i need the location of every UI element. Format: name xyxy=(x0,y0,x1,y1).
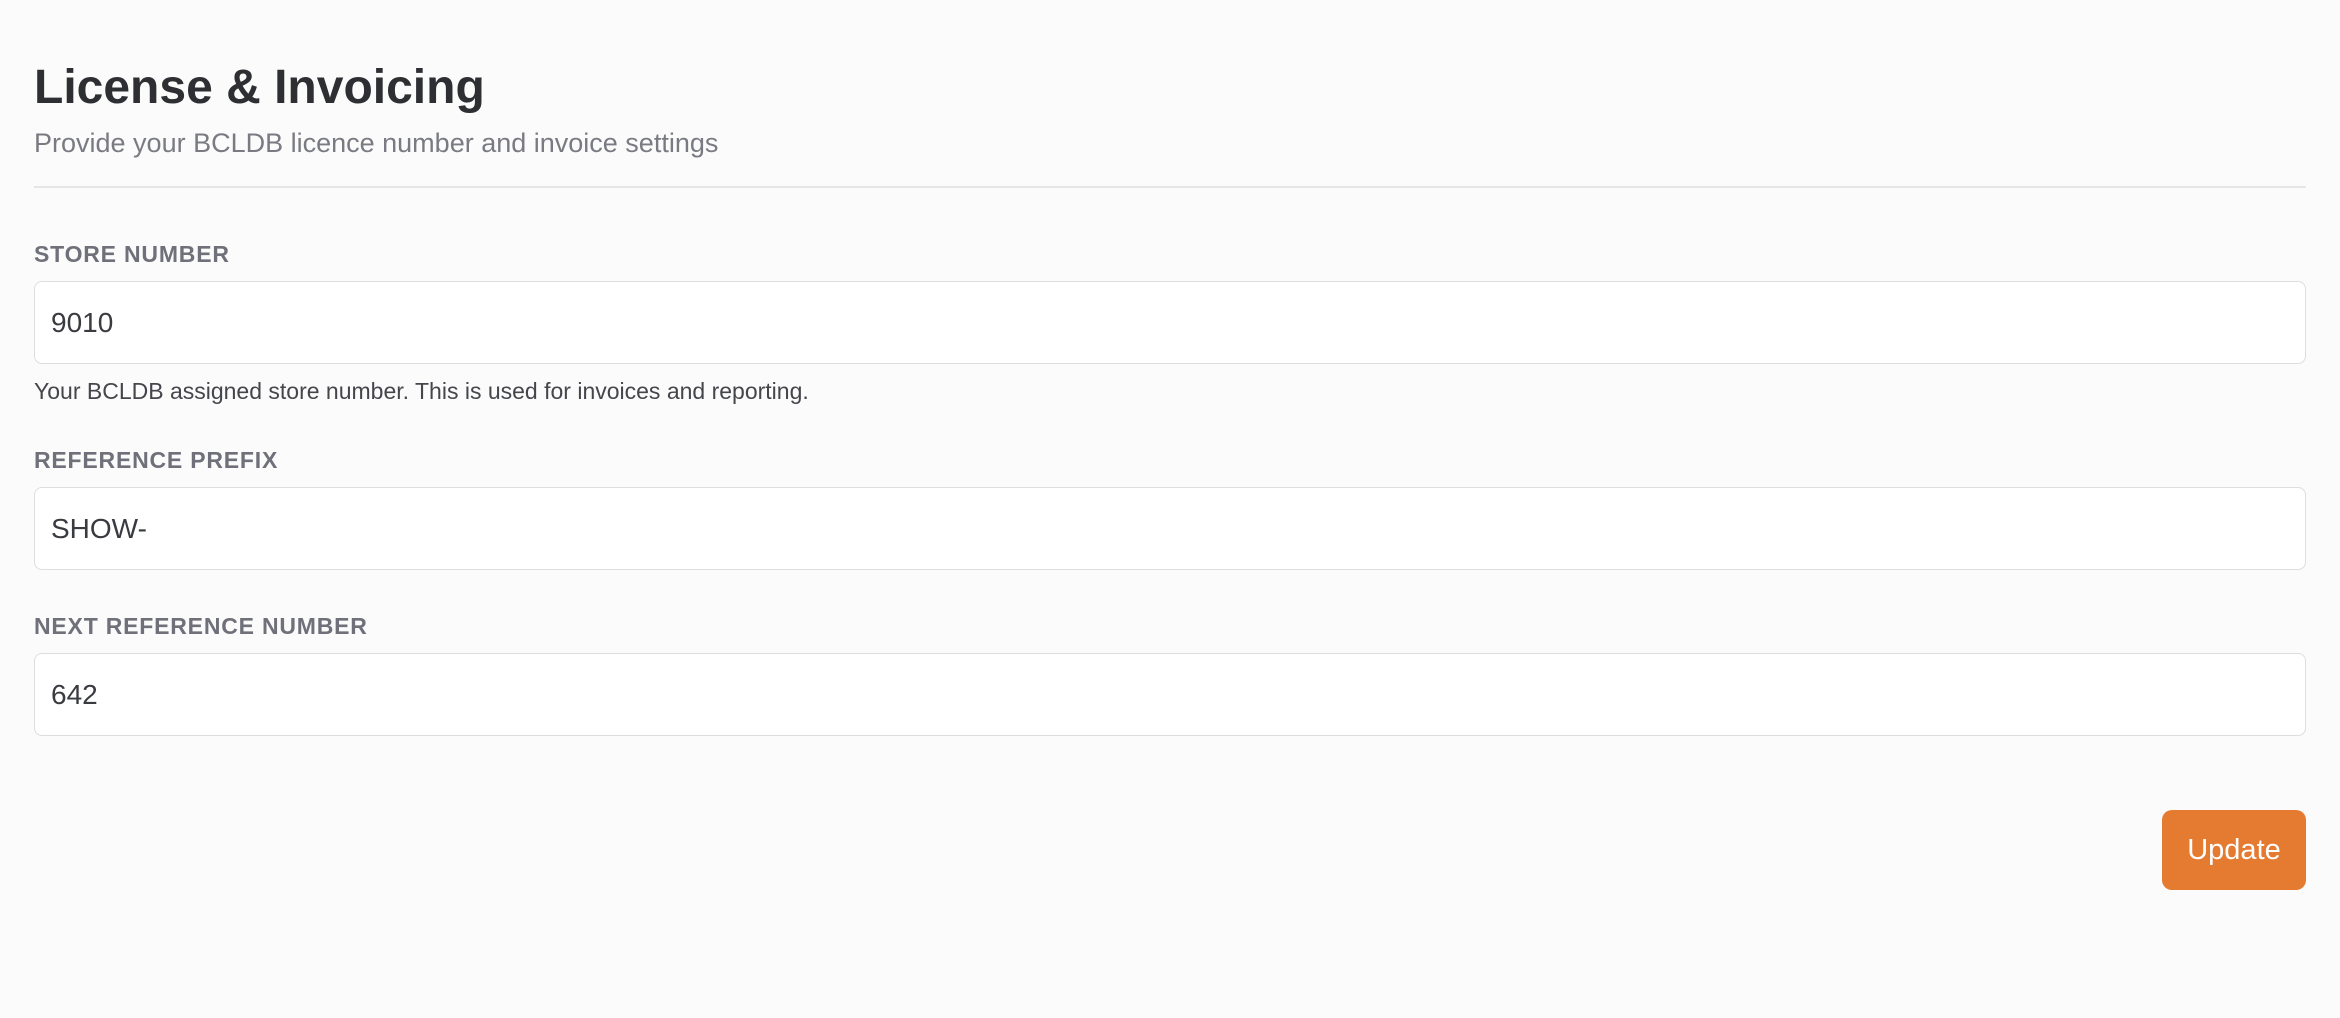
store-number-help-text: Your BCLDB assigned store number. This i… xyxy=(34,378,809,404)
reference-prefix-field: REFERENCE PREFIX xyxy=(34,446,2306,570)
reference-prefix-input[interactable] xyxy=(34,487,2306,570)
store-number-label: STORE NUMBER xyxy=(34,241,230,267)
next-reference-number-label: NEXT REFERENCE NUMBER xyxy=(34,613,368,639)
form-actions: Update xyxy=(2162,810,2306,890)
page-title: License & Invoicing xyxy=(34,61,485,114)
license-invoicing-page: License & Invoicing Provide your BCLDB l… xyxy=(0,0,2340,1018)
update-button[interactable]: Update xyxy=(2162,810,2306,890)
next-reference-number-input[interactable] xyxy=(34,653,2306,736)
next-reference-number-field: NEXT REFERENCE NUMBER xyxy=(34,612,2306,736)
store-number-input[interactable] xyxy=(34,281,2306,364)
page-subtitle: Provide your BCLDB licence number and in… xyxy=(34,128,719,158)
reference-prefix-label: REFERENCE PREFIX xyxy=(34,447,279,473)
store-number-field: STORE NUMBER Your BCLDB assigned store n… xyxy=(34,240,2306,406)
header-divider xyxy=(34,186,2306,188)
